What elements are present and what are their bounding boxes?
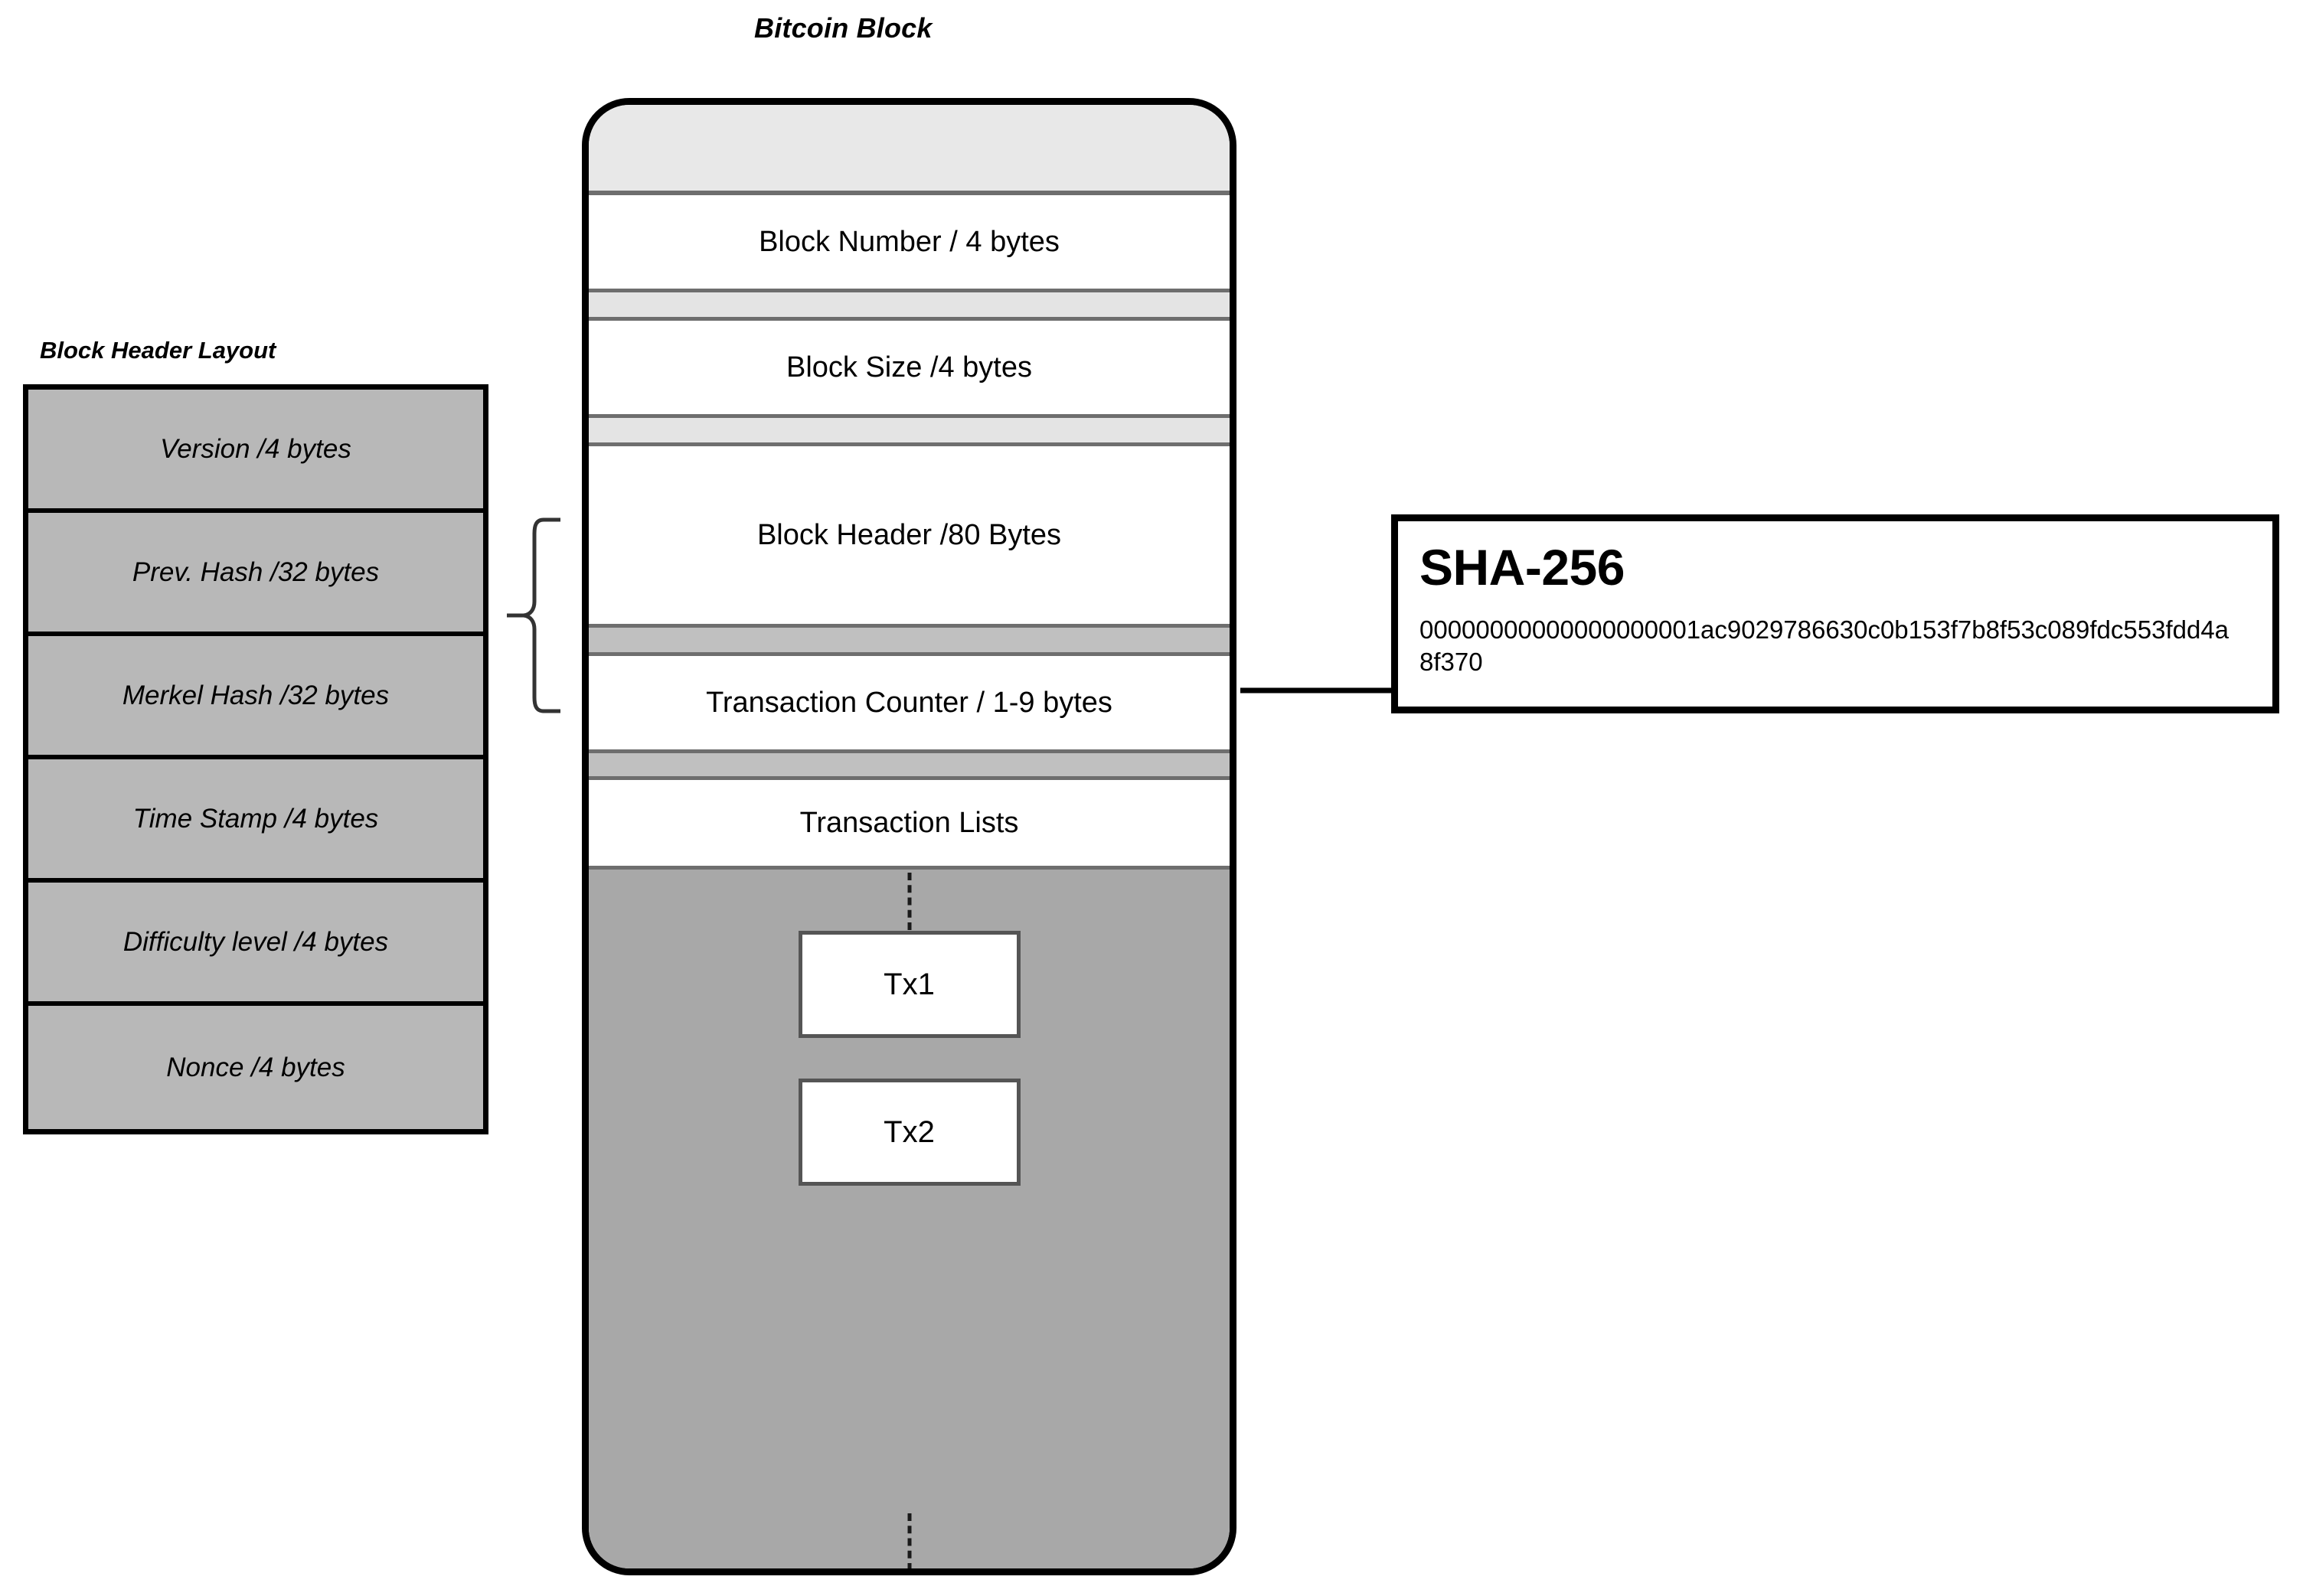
block-header-field: Block Header /80 Bytes: [589, 446, 1230, 624]
header-field-label: Version /4 bytes: [160, 433, 351, 464]
transaction-box: Tx1: [798, 931, 1021, 1038]
curly-brace-icon: [507, 517, 560, 713]
transaction-counter-field: Transaction Counter / 1-9 bytes: [589, 656, 1230, 749]
transaction-counter-label: Transaction Counter / 1-9 bytes: [706, 686, 1112, 719]
block-header-label: Block Header /80 Bytes: [756, 518, 1062, 551]
sha256-output-box: SHA-256 00000000000000000001ac9029786630…: [1391, 514, 2279, 713]
block-header-layout-title: Block Header Layout: [40, 337, 276, 364]
transaction-chain-dash-top: [907, 873, 911, 930]
bitcoin-block-container: Block Number / 4 bytes Block Size /4 byt…: [582, 98, 1236, 1575]
header-field-row: Difficulty level /4 bytes: [28, 883, 483, 1006]
bitcoin-block-title: Bitcoin Block: [754, 12, 933, 44]
sha256-hash-value: 00000000000000000001ac9029786630c0b153f7…: [1419, 615, 2230, 676]
block-size-label: Block Size /4 bytes: [786, 351, 1033, 383]
header-field-label: Nonce /4 bytes: [166, 1052, 345, 1082]
block-top-cap: [589, 105, 1230, 195]
block-size-field: Block Size /4 bytes: [589, 321, 1230, 414]
header-field-row: Merkel Hash /32 bytes: [28, 636, 483, 759]
header-field-row: Version /4 bytes: [28, 390, 483, 513]
header-field-label: Prev. Hash /32 bytes: [132, 556, 380, 587]
block-separator-band: [589, 749, 1230, 780]
header-field-label: Time Stamp /4 bytes: [132, 803, 379, 834]
header-field-row: Nonce /4 bytes: [28, 1006, 483, 1129]
block-separator-band: [589, 414, 1230, 446]
block-separator-band: [589, 624, 1230, 656]
block-number-label: Block Number / 4 bytes: [759, 225, 1060, 258]
transaction-label: Tx1: [884, 967, 935, 1001]
header-field-label: Difficulty level /4 bytes: [122, 926, 389, 957]
header-field-label: Merkel Hash /32 bytes: [122, 680, 390, 710]
block-header-layout-table: Version /4 bytes Prev. Hash /32 bytes Me…: [23, 384, 488, 1134]
transaction-lists-field: Transaction Lists: [589, 780, 1230, 866]
transaction-chain-dash-bottom: [907, 1513, 911, 1568]
header-field-row: Prev. Hash /32 bytes: [28, 513, 483, 636]
block-number-field: Block Number / 4 bytes: [589, 195, 1230, 289]
sha256-title: SHA-256: [1419, 539, 1625, 596]
transaction-list-area: Tx1 Tx2: [589, 866, 1230, 1568]
block-separator-band: [589, 289, 1230, 321]
transaction-label: Tx2: [884, 1115, 935, 1149]
transaction-box: Tx2: [798, 1079, 1021, 1186]
header-field-row: Time Stamp /4 bytes: [28, 759, 483, 883]
transaction-lists-label: Transaction Lists: [799, 806, 1019, 839]
